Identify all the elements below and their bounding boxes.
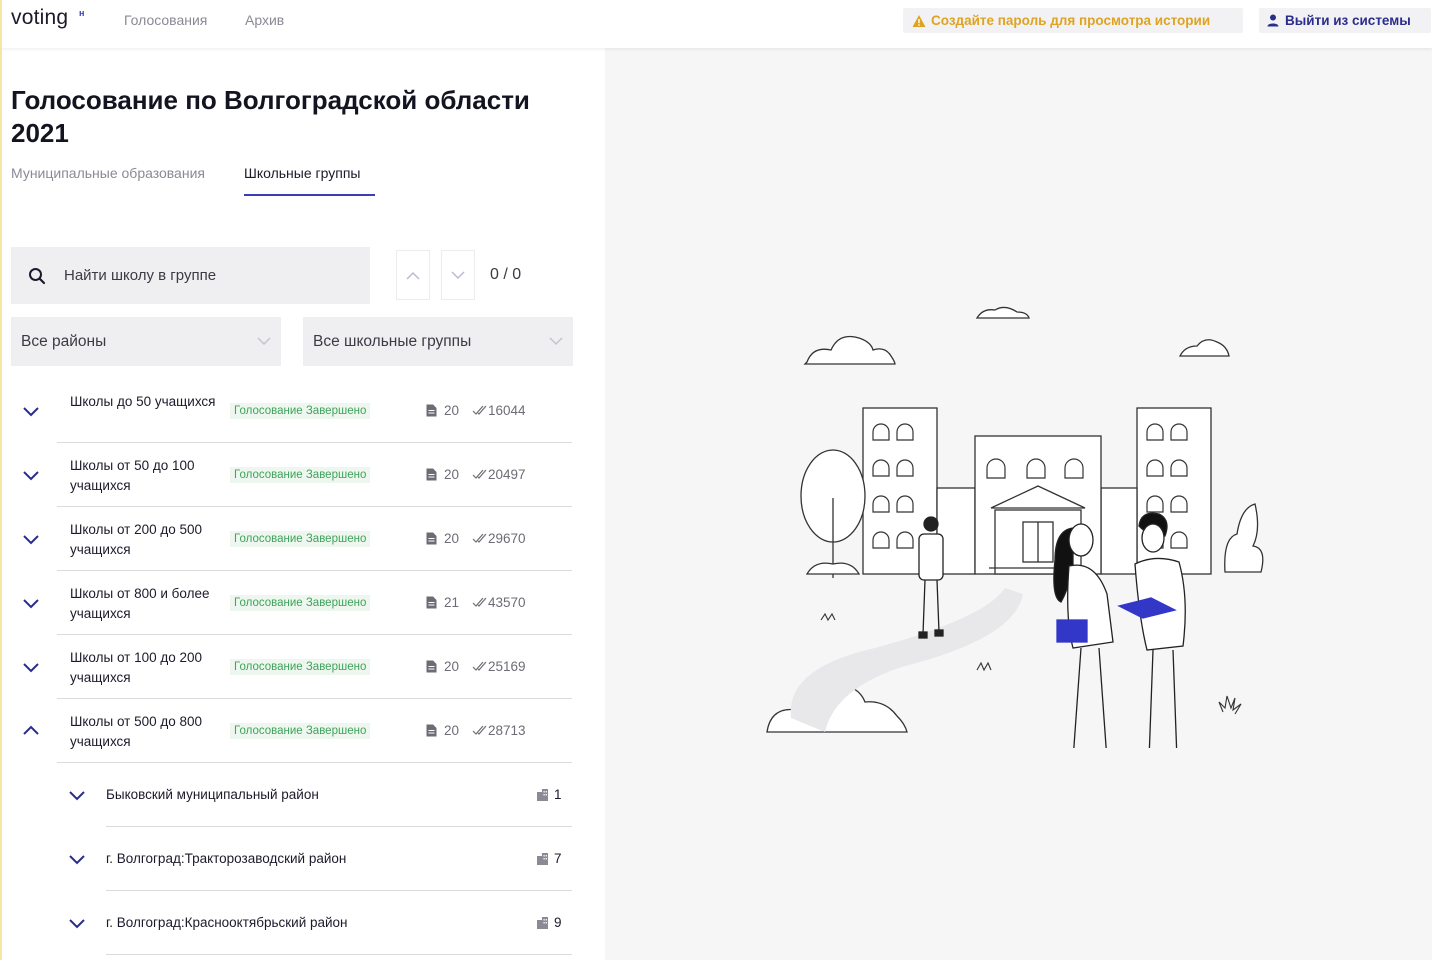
- building-icon: [537, 917, 548, 929]
- building-icon: [537, 853, 548, 865]
- chevron-down-icon[interactable]: [67, 913, 87, 933]
- documents-count: 20: [444, 403, 460, 418]
- votes-count: 20497: [488, 467, 526, 482]
- group-name: Школы от 100 до 200 учащихся: [70, 650, 203, 685]
- chevron-down-icon[interactable]: [21, 401, 41, 421]
- votes-count: 43570: [488, 595, 526, 610]
- school-illustration: [766, 306, 1264, 748]
- group-name: Школы от 200 до 500 учащихся: [70, 522, 203, 557]
- group-row[interactable]: Школы от 50 до 100 учащихся Голосование …: [11, 443, 572, 507]
- tab-municipalities[interactable]: Муниципальные образования: [11, 165, 205, 181]
- active-tab-indicator: [244, 194, 375, 196]
- group-row[interactable]: Школы от 200 до 500 учащихся Голосование…: [11, 507, 572, 571]
- create-password-label: Создайте пароль для просмотра истории: [931, 13, 1211, 28]
- chevron-down-icon[interactable]: [21, 657, 41, 677]
- logout-label: Выйти из системы: [1285, 13, 1411, 28]
- chevron-down-icon[interactable]: [21, 465, 41, 485]
- group-row[interactable]: Школы до 50 учащихся Голосование Заверше…: [11, 379, 572, 443]
- district-row[interactable]: г. Волгоград:Тракторозаводский район 7: [11, 827, 572, 891]
- status-badge: Голосование Завершено: [230, 403, 371, 419]
- document-icon: [426, 532, 437, 545]
- search-prev-button[interactable]: [396, 250, 430, 300]
- chevron-down-icon: [549, 337, 563, 346]
- tab-school-groups[interactable]: Школьные группы: [244, 165, 360, 181]
- votes-count: 29670: [488, 531, 526, 546]
- district-name: Быковский муниципальный район: [106, 787, 319, 802]
- schools-count: 9: [554, 915, 562, 930]
- double-check-icon: [472, 661, 487, 671]
- nav-item-archive[interactable]: Архив: [245, 12, 284, 28]
- group-name: Школы от 50 до 100 учащихся: [70, 458, 195, 493]
- chevron-down-icon[interactable]: [21, 529, 41, 549]
- document-icon: [426, 404, 437, 417]
- group-name: Школы от 500 до 800 учащихся: [70, 714, 203, 749]
- district-select-value: Все районы: [21, 332, 107, 350]
- documents-count: 21: [444, 595, 460, 610]
- schools-count: 1: [554, 787, 562, 802]
- school-group-select-value: Все школьные группы: [313, 332, 472, 350]
- status-badge: Голосование Завершено: [230, 723, 371, 739]
- chevron-down-icon[interactable]: [67, 849, 87, 869]
- logo[interactable]: voting: [11, 6, 68, 30]
- logo-mark: н: [79, 8, 85, 18]
- warning-triangle-icon: [912, 14, 926, 27]
- right-panel: [605, 48, 1432, 960]
- votes-count: 28713: [488, 723, 526, 738]
- building-icon: [537, 789, 548, 801]
- district-name: г. Волгоград:Краснооктябрьский район: [106, 915, 348, 930]
- documents-count: 20: [444, 467, 460, 482]
- document-icon: [426, 724, 437, 737]
- search-counter: 0 / 0: [490, 266, 522, 283]
- status-badge: Голосование Завершено: [230, 467, 371, 483]
- schools-count: 7: [554, 851, 562, 866]
- double-check-icon: [472, 725, 487, 735]
- create-password-button[interactable]: Создайте пароль для просмотра истории: [903, 8, 1243, 33]
- documents-count: 20: [444, 723, 460, 738]
- document-icon: [426, 660, 437, 673]
- search-box: [11, 247, 370, 304]
- documents-count: 20: [444, 659, 460, 674]
- district-row[interactable]: г. Волгоград:Краснооктябрьский район 9: [11, 891, 572, 955]
- double-check-icon: [472, 533, 487, 543]
- district-row[interactable]: Быковский муниципальный район 1: [11, 763, 572, 827]
- votes-count: 16044: [488, 403, 526, 418]
- status-badge: Голосование Завершено: [230, 531, 371, 547]
- logout-button[interactable]: Выйти из системы: [1259, 8, 1431, 33]
- window-edge: [0, 0, 2, 960]
- chevron-up-icon[interactable]: [21, 721, 41, 741]
- page-title: Голосование по Волгоградской области 202…: [11, 85, 530, 148]
- top-header: voting н Голосования Архив Создайте паро…: [0, 0, 1432, 48]
- group-row[interactable]: Школы от 800 и более учащихся Голосовани…: [11, 571, 572, 635]
- search-input[interactable]: [64, 267, 324, 284]
- group-row[interactable]: Школы от 100 до 200 учащихся Голосование…: [11, 635, 572, 699]
- chevron-down-icon[interactable]: [67, 785, 87, 805]
- chevron-up-icon: [406, 271, 420, 280]
- group-name: Школы от 800 и более учащихся: [70, 586, 210, 621]
- group-name: Школы до 50 учащихся: [70, 394, 216, 409]
- votes-count: 25169: [488, 659, 526, 674]
- district-select[interactable]: Все районы: [11, 317, 281, 366]
- document-icon: [426, 468, 437, 481]
- double-check-icon: [472, 597, 487, 607]
- documents-count: 20: [444, 531, 460, 546]
- double-check-icon: [472, 405, 487, 415]
- chevron-down-icon: [257, 337, 271, 346]
- status-badge: Голосование Завершено: [230, 659, 371, 675]
- row-divider: [106, 954, 572, 955]
- district-name: г. Волгоград:Тракторозаводский район: [106, 851, 347, 866]
- school-group-select[interactable]: Все школьные группы: [303, 317, 573, 366]
- chevron-down-icon: [451, 270, 465, 279]
- group-row-expanded[interactable]: Школы от 500 до 800 учащихся Голосование…: [11, 699, 572, 763]
- nav-item-votings[interactable]: Голосования: [124, 12, 207, 28]
- search-icon: [29, 267, 46, 284]
- document-icon: [426, 596, 437, 609]
- chevron-down-icon[interactable]: [21, 593, 41, 613]
- status-badge: Голосование Завершено: [230, 595, 371, 611]
- search-next-button[interactable]: [441, 250, 475, 300]
- user-icon: [1267, 14, 1279, 27]
- double-check-icon: [472, 469, 487, 479]
